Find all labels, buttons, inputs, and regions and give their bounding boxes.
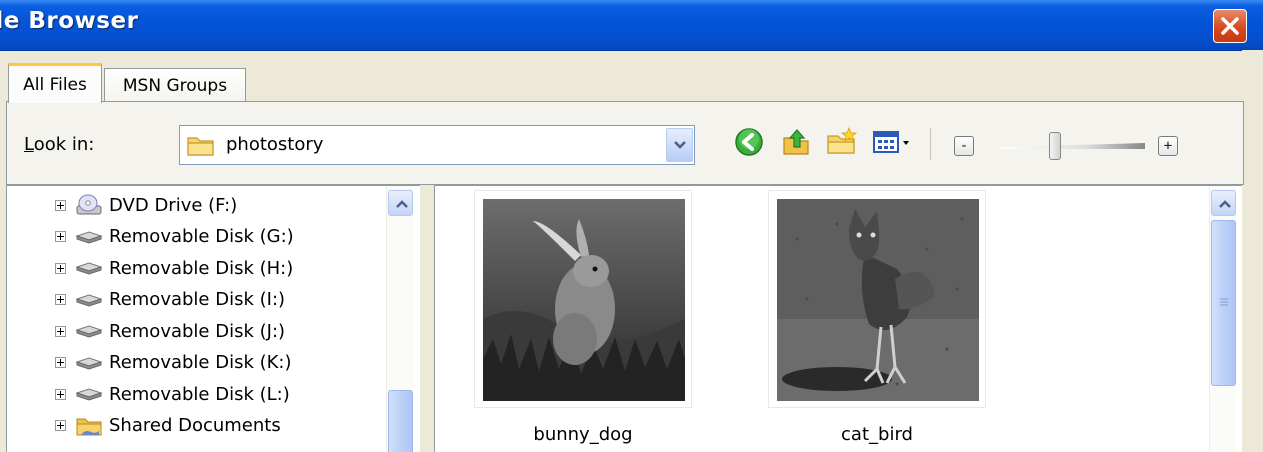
file-thumbnail-cat-bird[interactable] bbox=[768, 190, 986, 408]
tree-item[interactable]: Removable Disk (L:) bbox=[55, 379, 290, 409]
file-name[interactable]: bunny_dog bbox=[474, 424, 692, 445]
tree-item[interactable]: Removable Disk (I:) bbox=[55, 285, 285, 315]
close-icon bbox=[1221, 17, 1239, 35]
dvd-drive-icon bbox=[75, 194, 103, 216]
tree-scrollbar[interactable] bbox=[386, 186, 413, 452]
back-icon[interactable] bbox=[733, 126, 765, 158]
file-scroll-thumb[interactable] bbox=[1211, 220, 1236, 386]
tree-item-label: Removable Disk (J:) bbox=[109, 320, 286, 342]
look-in-accesskey: L bbox=[24, 134, 34, 155]
zoom-out-button[interactable]: - bbox=[954, 136, 974, 156]
title-bar[interactable]: ile Browser bbox=[0, 0, 1263, 51]
file-thumbnail-bunny-dog[interactable] bbox=[474, 190, 692, 408]
removable-disk-icon bbox=[75, 383, 103, 405]
expand-icon[interactable] bbox=[55, 388, 66, 400]
look-in-label-text: ook in: bbox=[33, 134, 95, 155]
removable-disk-icon bbox=[75, 320, 103, 342]
expand-icon[interactable] bbox=[55, 357, 66, 368]
file-scroll-up-button[interactable] bbox=[1211, 190, 1236, 216]
tree-scroll-up-button[interactable] bbox=[388, 190, 413, 216]
tab-all-files[interactable]: All Files bbox=[8, 63, 102, 103]
window-title: ile Browser bbox=[0, 8, 139, 34]
tree-item-label: Removable Disk (L:) bbox=[109, 383, 290, 405]
cat-bird-photo bbox=[777, 199, 979, 401]
grip-icon bbox=[1220, 298, 1228, 306]
tree-item-label: Removable Disk (I:) bbox=[109, 289, 286, 310]
tree-item-label: DVD Drive (F:) bbox=[109, 194, 238, 216]
tree-item-label: Shared Documents bbox=[109, 415, 281, 436]
expand-icon[interactable] bbox=[55, 231, 66, 242]
window-border bbox=[1242, 50, 1263, 452]
bunny-dog-photo bbox=[483, 199, 685, 401]
tree-item-label: Removable Disk (H:) bbox=[109, 257, 294, 279]
view-menu-icon[interactable] bbox=[872, 126, 916, 158]
expand-icon[interactable] bbox=[55, 294, 66, 305]
expand-icon[interactable] bbox=[55, 325, 66, 337]
tree-item[interactable]: Removable Disk (K:) bbox=[55, 348, 292, 378]
tab-label: All Files bbox=[23, 74, 87, 95]
removable-disk-icon bbox=[75, 257, 103, 279]
close-button[interactable] bbox=[1213, 9, 1247, 43]
file-name[interactable]: cat_bird bbox=[768, 424, 986, 445]
tree-item[interactable]: Removable Disk (J:) bbox=[55, 316, 285, 346]
tree-item-label: Removable Disk (G:) bbox=[109, 226, 294, 247]
file-scrollbar[interactable] bbox=[1209, 186, 1236, 452]
tree-item[interactable]: Removable Disk (H:) bbox=[55, 253, 293, 283]
removable-disk-icon bbox=[75, 352, 103, 374]
tab-label: MSN Groups bbox=[122, 75, 228, 96]
removable-disk-icon bbox=[75, 289, 103, 311]
chevron-up-icon bbox=[396, 200, 408, 208]
tree-item[interactable]: Removable Disk (G:) bbox=[55, 222, 294, 252]
removable-disk-icon bbox=[75, 226, 103, 248]
tree-item-label: Removable Disk (K:) bbox=[109, 352, 292, 373]
zoom-slider-thumb[interactable] bbox=[1049, 132, 1061, 160]
tab-msn-groups[interactable]: MSN Groups bbox=[104, 68, 246, 102]
shared-folder-icon bbox=[75, 415, 103, 437]
tree-item[interactable]: DVD Drive (F:) bbox=[55, 190, 237, 220]
chevron-up-icon bbox=[1219, 200, 1231, 208]
tree-scroll-thumb[interactable] bbox=[388, 390, 413, 452]
chevron-down-icon bbox=[674, 141, 686, 149]
zoom-in-button[interactable]: + bbox=[1158, 136, 1178, 156]
expand-icon[interactable] bbox=[55, 420, 66, 431]
look-in-value: photostory bbox=[226, 134, 324, 155]
look-in-label: Look in: bbox=[24, 134, 94, 155]
file-browser-window: ile Browser MSN Groups All Files Look in… bbox=[0, 0, 1263, 452]
expand-icon[interactable] bbox=[55, 199, 66, 211]
folder-icon bbox=[187, 137, 214, 156]
expand-icon[interactable] bbox=[55, 262, 66, 274]
new-folder-icon[interactable] bbox=[825, 126, 857, 158]
tree-item[interactable]: Shared Documents bbox=[55, 411, 281, 441]
up-folder-icon[interactable] bbox=[780, 126, 812, 158]
toolbar-separator bbox=[930, 128, 931, 160]
dropdown-button[interactable] bbox=[666, 128, 693, 162]
pane-splitter[interactable] bbox=[420, 185, 434, 452]
